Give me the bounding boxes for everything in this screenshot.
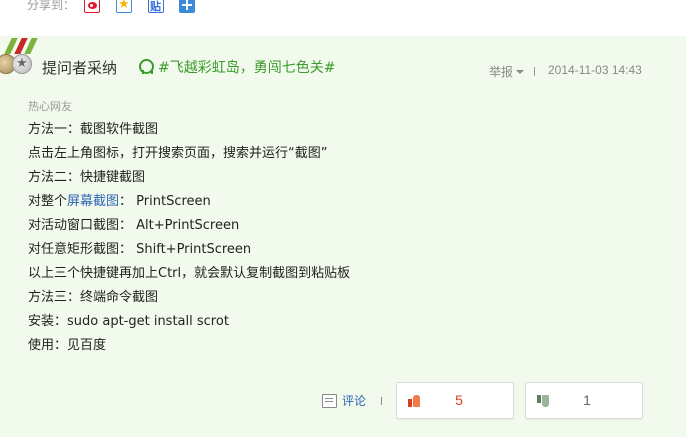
topic-text: #飞越彩虹岛，勇闯七色关# <box>158 60 336 76</box>
qzone-icon[interactable] <box>116 0 132 13</box>
divider <box>534 67 535 76</box>
adopted-label: 提问者采纳 <box>42 59 118 77</box>
downvote-count: 1 <box>583 392 591 408</box>
award-icon <box>138 59 154 74</box>
topic-link[interactable]: #飞越彩虹岛，勇闯七色关# <box>138 57 335 77</box>
answer-content: 方法一：截图软件截图 点击左上角图标，打开搜索页面，搜索并运行“截图” 方法二：… <box>28 118 350 358</box>
answer-line: 安装：sudo apt-get install scrot <box>28 314 229 329</box>
answer-line: 对活动窗口截图： Alt+PrintScreen <box>28 218 240 233</box>
weibo-icon[interactable] <box>84 0 100 13</box>
report-button[interactable]: 举报 <box>489 63 525 80</box>
tieba-icon[interactable] <box>148 0 164 14</box>
answer-line: 以上三个快捷键再加上Ctrl，就会默认复制截图到粘贴板 <box>28 266 351 281</box>
answer-date: 2014-11-03 14:43 <box>548 63 642 77</box>
answer-line: 点击左上角图标，打开搜索页面，搜索并运行“截图” <box>28 146 328 161</box>
more-share-icon[interactable] <box>179 0 195 13</box>
divider <box>381 397 382 405</box>
comment-icon <box>322 394 337 408</box>
answer-line: 使用：见百度 <box>28 338 107 353</box>
upvote-button[interactable]: 5 <box>396 382 514 419</box>
answer-line: 方法三：终端命令截图 <box>28 290 159 305</box>
share-label: 分享到： <box>27 0 76 12</box>
downvote-button[interactable]: 1 <box>525 382 643 419</box>
star-medal-icon <box>12 54 32 74</box>
answer-line: 方法二：快捷键截图 <box>28 170 146 185</box>
adopted-answer-panel: 提问者采纳 #飞越彩虹岛，勇闯七色关# 举报 2014-11-03 14:43 … <box>0 36 686 437</box>
share-bar: 分享到： <box>0 0 686 36</box>
comment-label: 评论 <box>342 394 367 408</box>
answer-line: 方法一：截图软件截图 <box>28 122 159 137</box>
comment-button[interactable]: 评论 <box>322 392 366 409</box>
upvote-count: 5 <box>455 392 463 408</box>
medal-icon <box>0 38 40 80</box>
screen-capture-link[interactable]: 屏幕截图 <box>67 194 119 209</box>
line-suffix: ： PrintScreen <box>119 194 211 209</box>
answer-line-with-link: 对整个屏幕截图： PrintScreen <box>28 190 350 214</box>
chevron-down-icon <box>516 70 525 74</box>
answerer-name: 热心网友 <box>28 100 72 113</box>
line-prefix: 对整个 <box>28 194 68 209</box>
answer-line: 对任意矩形截图： Shift+PrintScreen <box>28 242 252 257</box>
report-label: 举报 <box>489 65 514 79</box>
